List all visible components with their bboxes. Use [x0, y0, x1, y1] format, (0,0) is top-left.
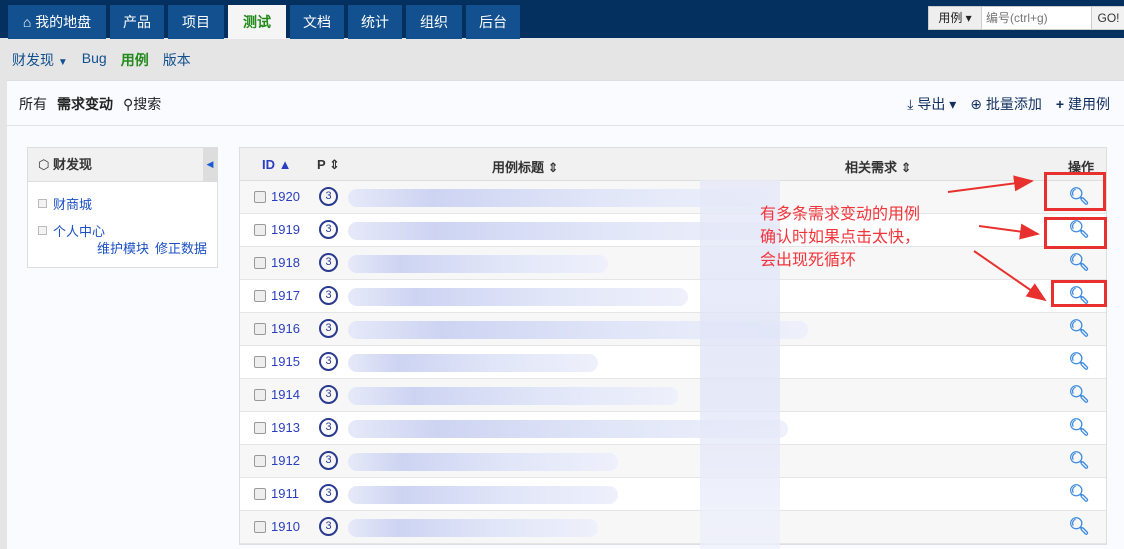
annotation-note: 有多条需求变动的用例 确认时如果点击太快， 会出现死循环: [760, 206, 921, 269]
annotation-arrows: [947, 175, 1047, 302]
